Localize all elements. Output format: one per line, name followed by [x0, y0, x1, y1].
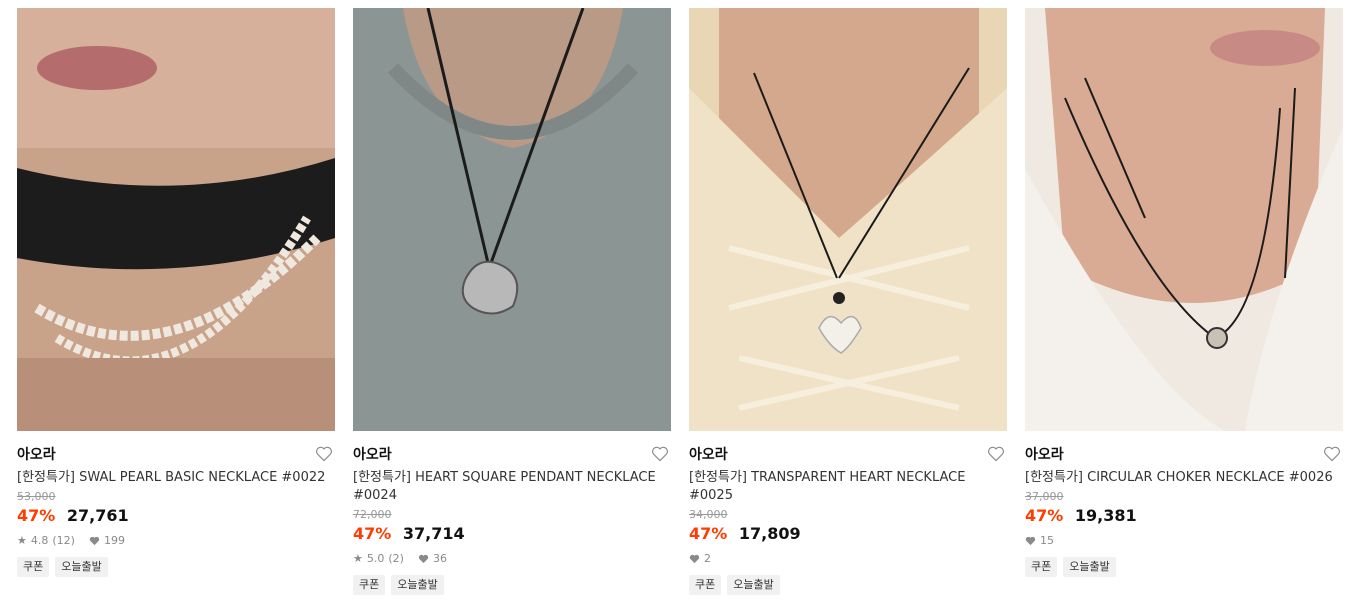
rating-value: 4.8	[30, 534, 49, 547]
tag-list: 쿠폰 오늘출발	[353, 575, 671, 595]
product-stats: ★ 4.8 (12) 199	[17, 533, 335, 549]
heart-filled-icon	[89, 536, 100, 546]
price-row: 47% 19,381	[1025, 505, 1343, 527]
product-title[interactable]: [한정특가] HEART SQUARE PENDANT NECKLACE #00…	[353, 469, 671, 505]
tag-today-shipping: 오늘출발	[1063, 557, 1116, 577]
original-price: 53,000	[17, 490, 56, 503]
brand-name[interactable]: 아오라	[1025, 445, 1343, 465]
discount-rate: 47%	[17, 506, 56, 525]
heart-outline-icon[interactable]	[315, 446, 333, 462]
like-count: 199	[103, 534, 125, 547]
product-title[interactable]: [한정특가] CIRCULAR CHOKER NECKLACE #0026	[1025, 469, 1343, 487]
product-image[interactable]	[17, 8, 335, 431]
tag-today-shipping: 오늘출발	[55, 557, 108, 577]
price-row: 47% 17,809	[689, 523, 1007, 545]
original-price: 34,000	[689, 508, 728, 521]
product-card[interactable]: 아오라 [한정특가] CIRCULAR CHOKER NECKLACE #002…	[1025, 8, 1343, 577]
product-image[interactable]	[689, 8, 1007, 431]
original-price: 72,000	[353, 508, 392, 521]
discount-rate: 47%	[353, 524, 392, 543]
product-image[interactable]	[1025, 8, 1343, 431]
product-title[interactable]: [한정특가] TRANSPARENT HEART NECKLACE #0025	[689, 469, 1007, 505]
product-photo-transparent-heart	[689, 8, 1007, 431]
brand-name[interactable]: 아오라	[353, 445, 671, 465]
rating-value: 5.0	[366, 552, 385, 565]
heart-outline-icon[interactable]	[651, 446, 669, 462]
star-icon: ★	[17, 534, 27, 547]
review-count: (12)	[52, 534, 75, 547]
tag-coupon: 쿠폰	[353, 575, 386, 595]
heart-filled-icon	[1025, 536, 1036, 546]
sale-price: 27,761	[66, 506, 129, 525]
product-title[interactable]: [한정특가] SWAL PEARL BASIC NECKLACE #0022	[17, 469, 335, 487]
price-row: 47% 37,714	[353, 523, 671, 545]
tag-list: 쿠폰 오늘출발	[689, 575, 1007, 595]
like-count: 15	[1040, 534, 1054, 547]
brand-name[interactable]: 아오라	[689, 445, 1007, 465]
star-icon: ★	[353, 552, 363, 565]
original-price: 37,000	[1025, 490, 1064, 503]
product-card[interactable]: 아오라 [한정특가] SWAL PEARL BASIC NECKLACE #00…	[17, 8, 335, 577]
product-stats: ★ 5.0 (2) 36	[353, 551, 671, 567]
heart-filled-icon	[689, 554, 700, 564]
like-count: 36	[432, 552, 447, 565]
discount-rate: 47%	[689, 524, 728, 543]
tag-coupon: 쿠폰	[689, 575, 722, 595]
sale-price: 17,809	[738, 524, 801, 543]
tag-today-shipping: 오늘출발	[391, 575, 444, 595]
product-card[interactable]: 아오라 [한정특가] TRANSPARENT HEART NECKLACE #0…	[689, 8, 1007, 595]
product-grid: 아오라 [한정특가] SWAL PEARL BASIC NECKLACE #00…	[0, 0, 1350, 607]
heart-outline-icon[interactable]	[1323, 446, 1341, 462]
sale-price: 19,381	[1074, 506, 1137, 525]
product-stats: 2	[689, 551, 1007, 567]
product-card[interactable]: 아오라 [한정특가] HEART SQUARE PENDANT NECKLACE…	[353, 8, 671, 595]
tag-coupon: 쿠폰	[1025, 557, 1058, 577]
sale-price: 37,714	[402, 524, 465, 543]
product-photo-heart-pendant	[353, 8, 671, 431]
brand-name[interactable]: 아오라	[17, 445, 335, 465]
tag-list: 쿠폰 오늘출발	[1025, 557, 1343, 577]
review-count: (2)	[388, 552, 404, 565]
tag-list: 쿠폰 오늘출발	[17, 557, 335, 577]
heart-filled-icon	[418, 554, 429, 564]
product-stats: 15	[1025, 533, 1343, 549]
like-count: 2	[704, 552, 711, 565]
product-photo-circular-choker	[1025, 8, 1343, 431]
tag-coupon: 쿠폰	[17, 557, 50, 577]
price-row: 47% 27,761	[17, 505, 335, 527]
tag-today-shipping: 오늘출발	[727, 575, 780, 595]
product-photo-pearl-choker	[17, 8, 335, 431]
discount-rate: 47%	[1025, 506, 1064, 525]
product-image[interactable]	[353, 8, 671, 431]
heart-outline-icon[interactable]	[987, 446, 1005, 462]
